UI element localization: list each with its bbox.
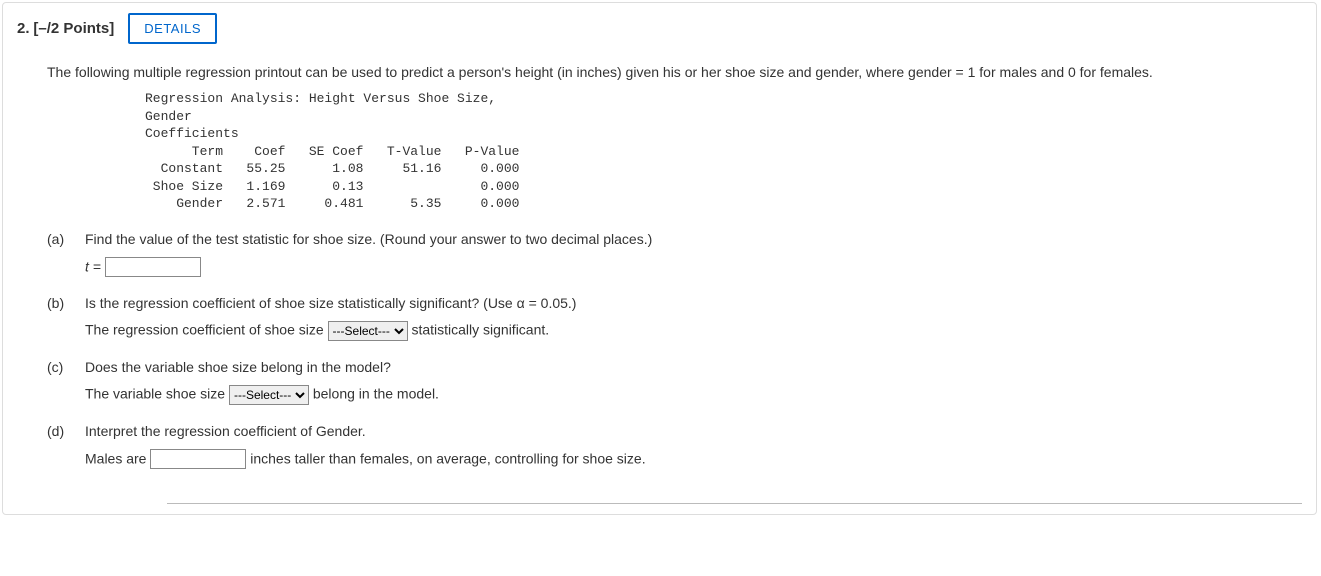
- part-a-answer-line: t =: [85, 257, 1302, 277]
- intro-text: The following multiple regression printo…: [47, 64, 1302, 80]
- part-c-answer-line: The variable shoe size ---Select--- belo…: [85, 385, 1302, 405]
- part-b-select[interactable]: ---Select---: [328, 321, 408, 341]
- part-d-answer-line: Males are inches taller than females, on…: [85, 449, 1302, 469]
- question-header: 2. [–/2 Points] DETAILS: [3, 3, 1316, 50]
- part-d-input[interactable]: [150, 449, 246, 469]
- regression-printout: Regression Analysis: Height Versus Shoe …: [145, 90, 1302, 213]
- part-a-prefix: t =: [85, 258, 101, 274]
- part-c-select[interactable]: ---Select---: [229, 385, 309, 405]
- part-b-after: statistically significant.: [411, 322, 549, 338]
- divider: [167, 503, 1302, 504]
- part-a-label: (a): [47, 231, 75, 247]
- part-a-prompt: Find the value of the test statistic for…: [85, 231, 1302, 247]
- part-b-answer-line: The regression coefficient of shoe size …: [85, 321, 1302, 341]
- part-c-prompt: Does the variable shoe size belong in th…: [85, 359, 1302, 375]
- question-number: 2. [–/2 Points]: [17, 20, 114, 37]
- part-a: (a) Find the value of the test statistic…: [47, 231, 1302, 247]
- part-a-input[interactable]: [105, 257, 201, 277]
- part-b-before: The regression coefficient of shoe size: [85, 322, 324, 338]
- part-d-label: (d): [47, 423, 75, 439]
- part-d: (d) Interpret the regression coefficient…: [47, 423, 1302, 439]
- question-body: The following multiple regression printo…: [3, 50, 1316, 514]
- part-d-before: Males are: [85, 450, 146, 466]
- part-c-before: The variable shoe size: [85, 386, 225, 402]
- question-card: 2. [–/2 Points] DETAILS The following mu…: [2, 2, 1317, 515]
- part-c: (c) Does the variable shoe size belong i…: [47, 359, 1302, 375]
- details-button[interactable]: DETAILS: [128, 13, 217, 44]
- part-b-label: (b): [47, 295, 75, 311]
- part-d-after: inches taller than females, on average, …: [250, 450, 645, 466]
- part-d-prompt: Interpret the regression coefficient of …: [85, 423, 1302, 439]
- part-c-label: (c): [47, 359, 75, 375]
- part-c-after: belong in the model.: [313, 386, 439, 402]
- part-b: (b) Is the regression coefficient of sho…: [47, 295, 1302, 311]
- part-b-prompt: Is the regression coefficient of shoe si…: [85, 295, 1302, 311]
